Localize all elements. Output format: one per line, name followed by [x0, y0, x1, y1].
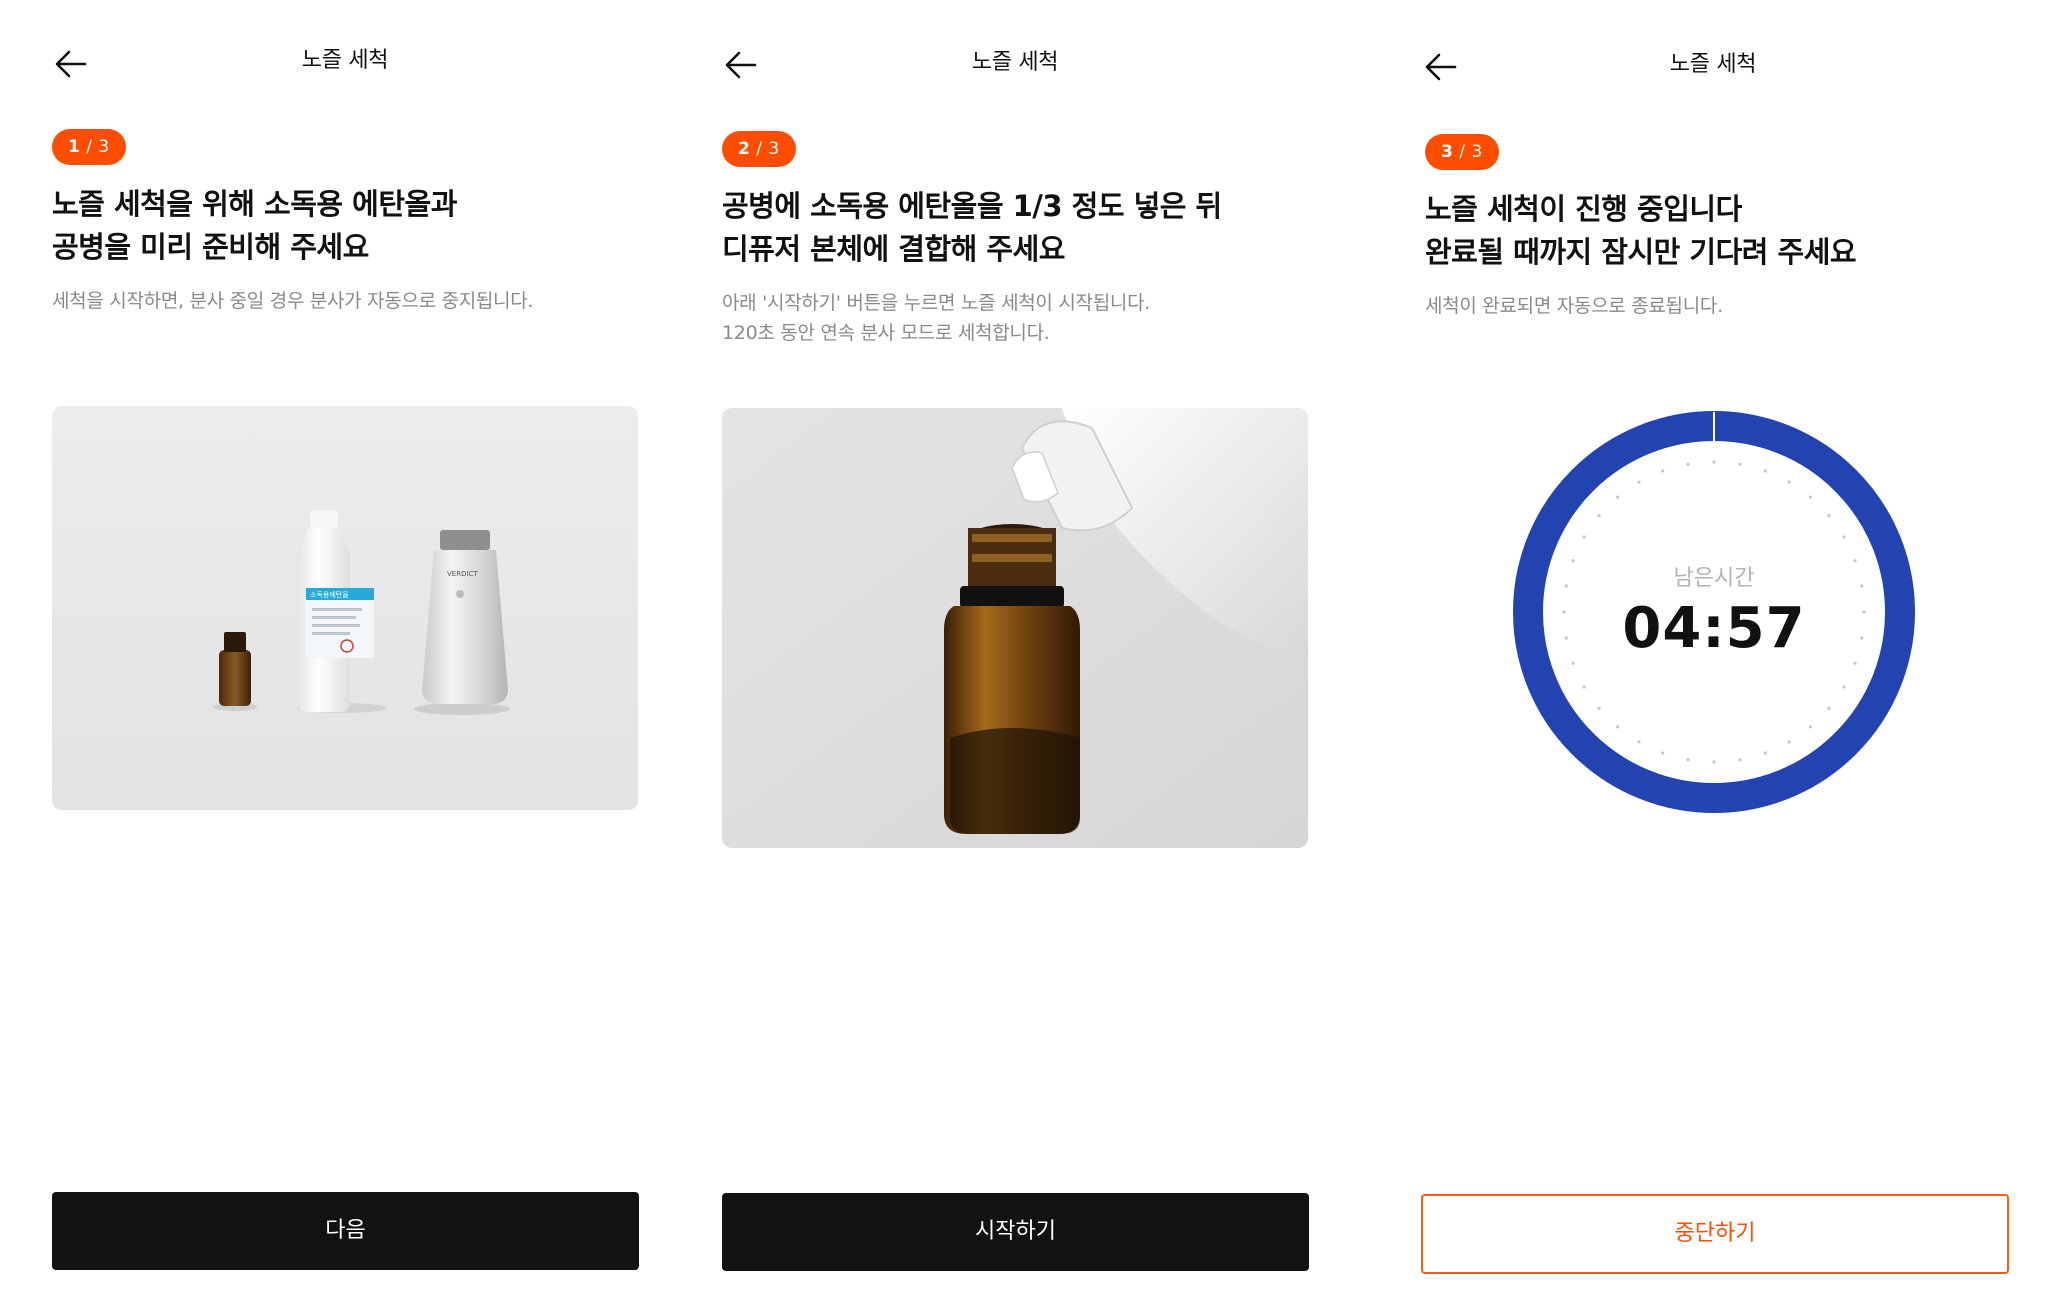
step-total: 3 — [1471, 142, 1483, 162]
stop-button[interactable]: 중단하기 — [1421, 1194, 2009, 1274]
bottle-label-text: 소독용에탄올 — [310, 590, 349, 599]
tick-dot — [1712, 760, 1716, 764]
step-headline: 공병에 소독용 에탄올을 1/3 정도 넣은 뒤 디퓨저 본체에 결합해 주세요 — [722, 185, 1362, 271]
tick-dot — [1787, 740, 1791, 744]
step-separator: / — [1459, 142, 1466, 162]
tick-dot — [1571, 661, 1575, 665]
step-description: 세척을 시작하면, 분사 중일 경우 분사가 자동으로 중지됩니다. — [52, 286, 692, 316]
tick-dot — [1842, 685, 1846, 689]
tick-dot — [1738, 462, 1742, 466]
tick-dot — [1712, 460, 1716, 464]
step-badge: 1 / 3 — [52, 129, 126, 165]
tick-dot — [1738, 758, 1742, 762]
step-current: 1 — [68, 137, 81, 157]
headline-line: 노즐 세척을 위해 소독용 에탄올과 — [52, 187, 457, 221]
tick-dot — [1661, 469, 1665, 473]
countdown-timer: 남은시간 04:57 — [1512, 410, 1916, 814]
device-brand: VERDICT — [447, 570, 478, 578]
step-total: 3 — [768, 139, 780, 159]
screen-step-2: 노즐 세척 2 / 3 공병에 소독용 에탄올을 1/3 정도 넣은 뒤 디퓨저… — [670, 0, 1350, 1314]
timer-label: 남은시간 — [1673, 566, 1755, 591]
tick-dot — [1763, 751, 1767, 755]
tick-dot — [1787, 480, 1791, 484]
step-separator: / — [86, 137, 93, 157]
headline-line: 완료될 때까지 잠시만 기다려 주세요 — [1425, 235, 1857, 269]
headline-line: 노즐 세척이 진행 중입니다 — [1425, 192, 1742, 226]
tick-dot — [1686, 758, 1690, 762]
header-title: 노즐 세척 — [1669, 52, 1757, 77]
next-button[interactable]: 다음 — [52, 1192, 639, 1270]
step-separator: / — [756, 139, 763, 159]
tick-dot — [1686, 462, 1690, 466]
diffuser-device: VERDICT — [422, 530, 508, 704]
step-headline: 노즐 세척을 위해 소독용 에탄올과 공병을 미리 준비해 주세요 — [52, 183, 692, 269]
description-line: 세척이 완료되면 자동으로 종료됩니다. — [1425, 295, 1723, 317]
tick-dot — [1763, 469, 1767, 473]
header-title: 노즐 세척 — [301, 48, 389, 73]
tick-dot — [1808, 725, 1812, 729]
step-description: 아래 '시작하기' 버튼을 누르면 노즐 세척이 시작됩니다. 120초 동안 … — [722, 288, 1362, 348]
tick-dot — [1616, 495, 1620, 499]
pouring-photo — [722, 408, 1308, 848]
tick-dot — [1637, 480, 1641, 484]
tick-dot — [1827, 706, 1831, 710]
step-badge: 3 / 3 — [1425, 134, 1499, 170]
timer-value: 04:57 — [1622, 596, 1806, 661]
start-button[interactable]: 시작하기 — [722, 1193, 1309, 1271]
step-description: 세척이 완료되면 자동으로 종료됩니다. — [1425, 291, 2048, 321]
tick-dot — [1853, 661, 1857, 665]
amber-bottle — [219, 650, 251, 706]
tick-dot — [1582, 685, 1586, 689]
tick-dot — [1842, 535, 1846, 539]
description-line: 세척을 시작하면, 분사 중일 경우 분사가 자동으로 중지됩니다. — [52, 290, 534, 312]
headline-line: 공병을 미리 준비해 주세요 — [52, 230, 369, 264]
headline-line: 디퓨저 본체에 결합해 주세요 — [722, 232, 1065, 266]
tick-dot — [1808, 495, 1812, 499]
step-total: 3 — [98, 137, 110, 157]
step-badge: 2 / 3 — [722, 131, 796, 167]
description-line: 아래 '시작하기' 버튼을 누르면 노즐 세척이 시작됩니다. — [722, 292, 1150, 314]
tick-dot — [1582, 535, 1586, 539]
tick-dot — [1616, 725, 1620, 729]
step-current: 2 — [738, 139, 751, 159]
header-title: 노즐 세척 — [971, 50, 1059, 75]
step-headline: 노즐 세척이 진행 중입니다 완료될 때까지 잠시만 기다려 주세요 — [1425, 188, 2048, 274]
tick-dot — [1597, 514, 1601, 518]
description-line: 120초 동안 연속 분사 모드로 세척합니다. — [722, 322, 1050, 344]
screen-step-1: 노즐 세척 1 / 3 노즐 세척을 위해 소독용 에탄올과 공병을 미리 준비… — [0, 0, 680, 1314]
product-photo: 소독용에탄올 VERDICT — [52, 406, 638, 810]
headline-line: 공병에 소독용 에탄올을 1/3 정도 넣은 뒤 — [722, 189, 1222, 223]
tick-dot — [1597, 706, 1601, 710]
step-current: 3 — [1441, 142, 1454, 162]
tick-dot — [1637, 740, 1641, 744]
tick-dot — [1661, 751, 1665, 755]
tick-dot — [1827, 514, 1831, 518]
